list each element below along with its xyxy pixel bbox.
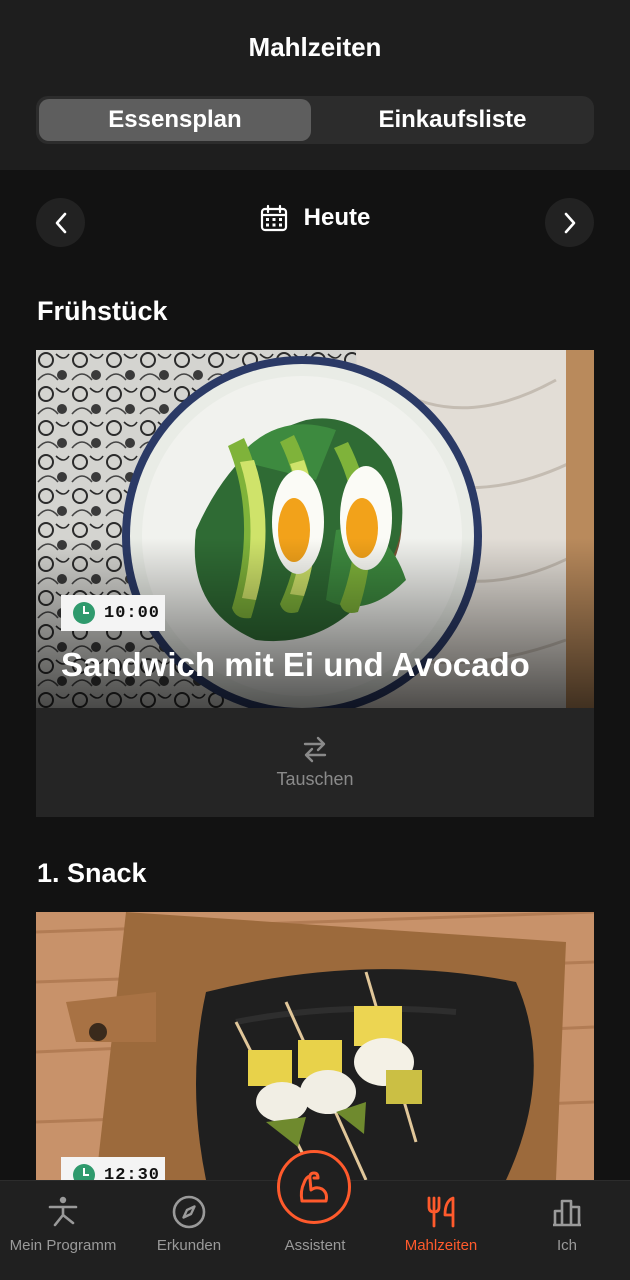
meal-image-skewers: [36, 912, 594, 1180]
page-title: Mahlzeiten: [248, 32, 382, 62]
tab-label: Assistent: [284, 1237, 346, 1254]
tab-erkunden[interactable]: Erkunden: [126, 1181, 252, 1280]
meal-name: Sandwich mit Ei und Avocado: [61, 646, 530, 683]
next-day-button[interactable]: [545, 198, 594, 247]
section-title-breakfast: Frühstück: [37, 296, 168, 326]
tab-essensplan[interactable]: Essensplan: [39, 99, 311, 141]
calendar-icon: [260, 204, 287, 232]
tab-ich[interactable]: Ich: [504, 1181, 630, 1280]
segmented-control: Essensplan Einkaufsliste: [36, 96, 594, 144]
tab-label: Mahlzeiten: [404, 1237, 478, 1254]
swap-arrows-icon: [303, 736, 327, 763]
clock-icon: [73, 1164, 95, 1180]
header: Mahlzeiten Essensplan Einkaufsliste: [0, 0, 630, 170]
meal-card-snack[interactable]: 12:30: [36, 912, 594, 1180]
tab-einkaufsliste[interactable]: Einkaufsliste: [314, 99, 591, 141]
tab-mein-programm[interactable]: Mein Programm: [0, 1181, 126, 1280]
swap-label: Tauschen: [276, 769, 354, 789]
meal-card-breakfast[interactable]: 10:00 Sandwich mit Ei und Avocado Tausch…: [36, 350, 594, 817]
stretching-figure-icon: [48, 1196, 78, 1227]
section-title-snack: 1. Snack: [37, 858, 147, 888]
tab-label: Erkunden: [156, 1237, 222, 1254]
date-label[interactable]: Heute: [0, 204, 630, 232]
compass-icon: [172, 1195, 206, 1229]
chevron-right-icon: [564, 212, 575, 233]
date-text: Heute: [303, 204, 371, 231]
time-badge: 12:30: [61, 1157, 165, 1180]
date-navigation: Heute: [0, 198, 630, 248]
assistant-button[interactable]: [277, 1150, 351, 1224]
tab-label: Mein Programm: [9, 1237, 117, 1254]
bar-chart-icon: [553, 1199, 581, 1227]
flexed-arm-icon: [299, 1171, 328, 1203]
time-badge: 10:00: [61, 595, 165, 631]
fork-knife-icon: [427, 1196, 455, 1228]
swap-button[interactable]: Tauschen: [36, 708, 594, 817]
tab-mahlzeiten[interactable]: Mahlzeiten: [378, 1181, 504, 1280]
clock-icon: [73, 602, 95, 624]
tab-label: Ich: [556, 1237, 577, 1254]
meal-time: 12:30: [104, 1165, 161, 1181]
meal-time: 10:00: [104, 603, 161, 623]
